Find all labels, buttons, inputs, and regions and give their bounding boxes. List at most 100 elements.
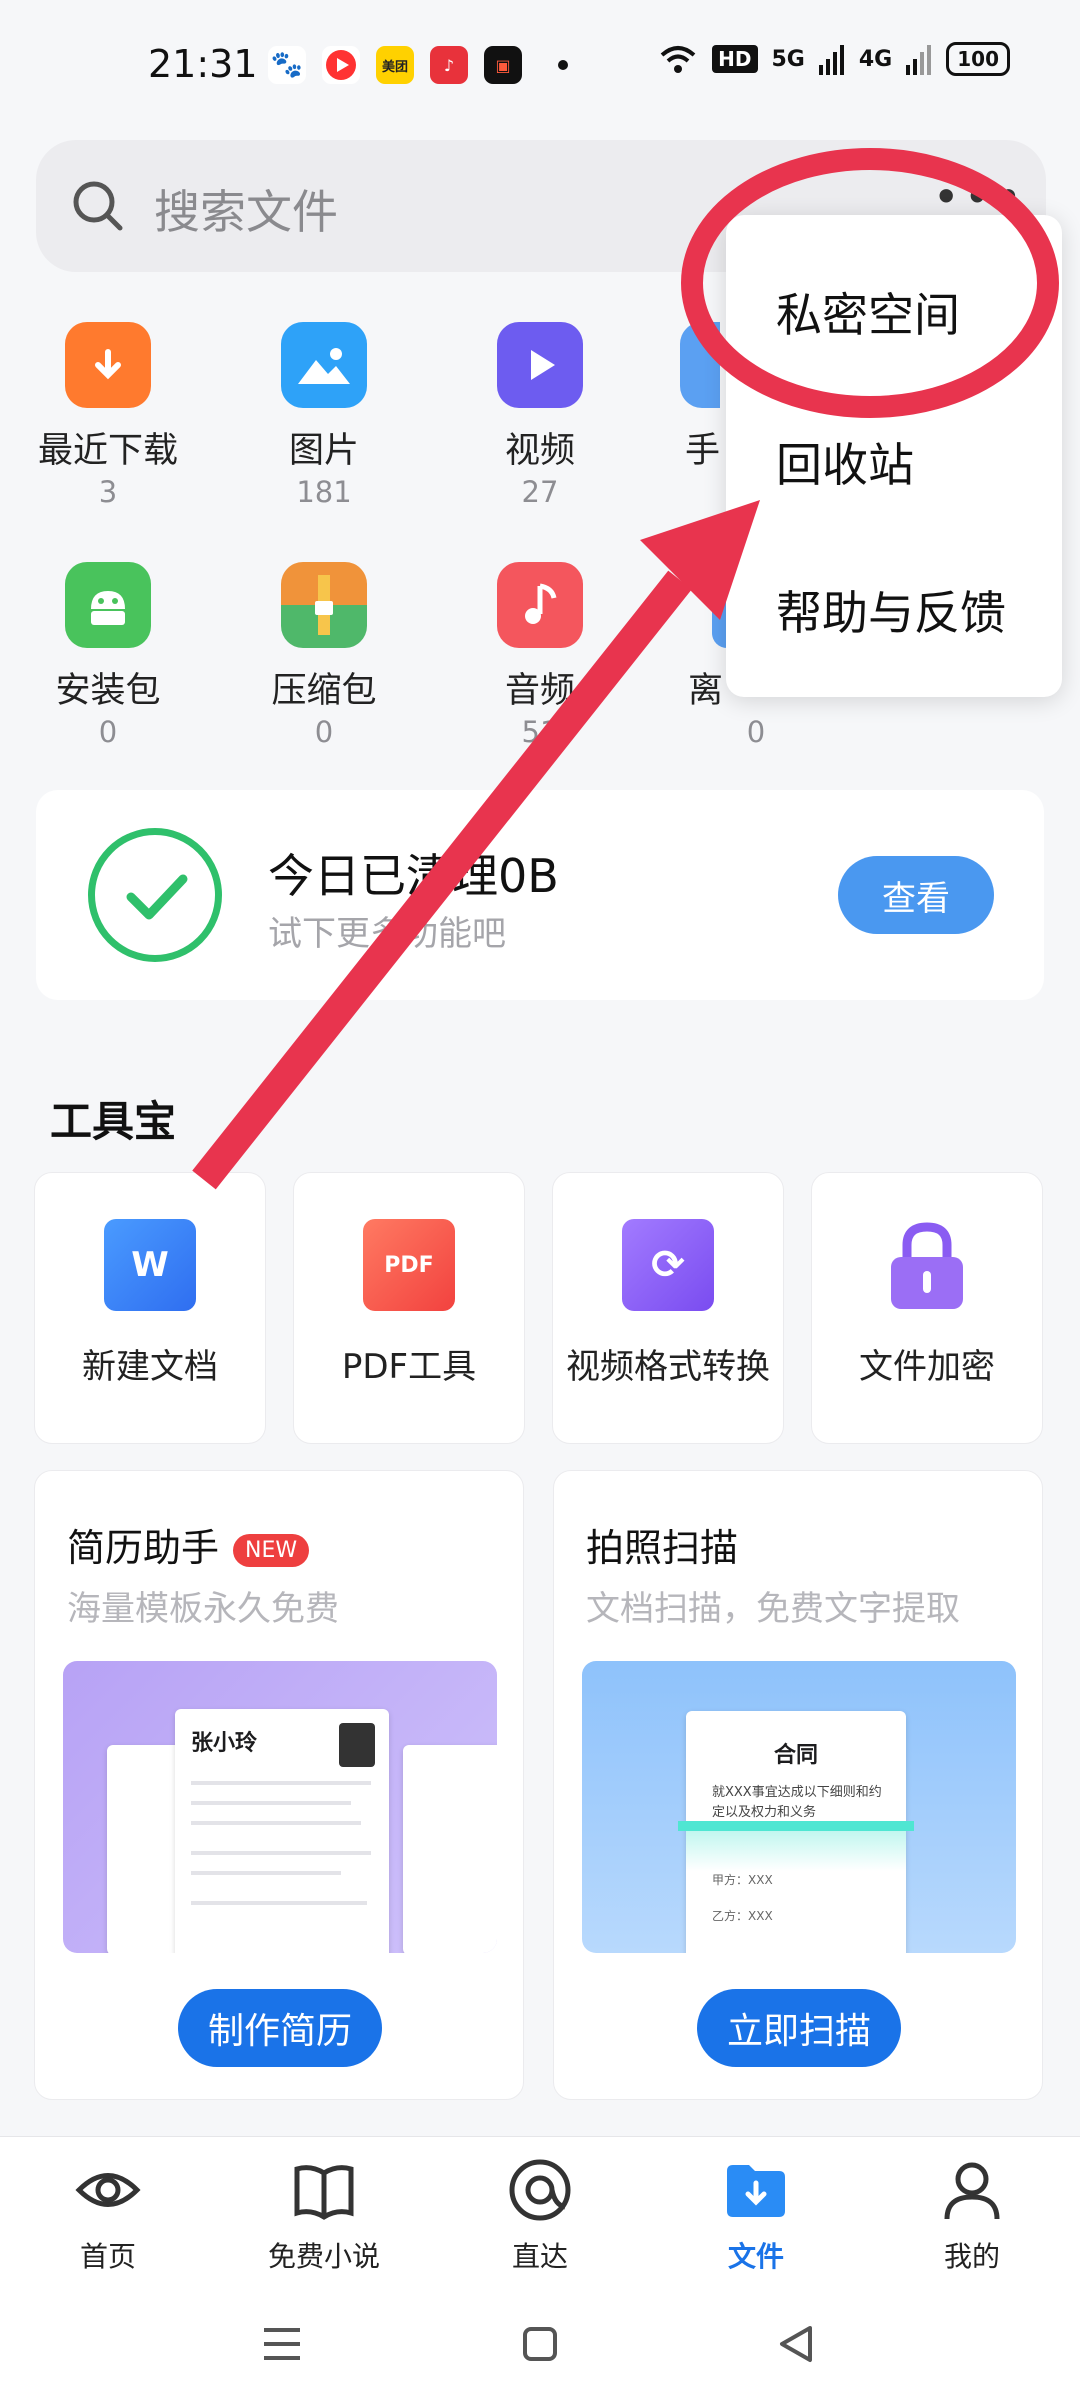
- nav-label: 文件: [727, 2240, 784, 2273]
- nav-mine[interactable]: 我的: [892, 2155, 1052, 2275]
- clean-subtitle: 试下更多功能吧: [268, 914, 506, 954]
- back-icon[interactable]: [778, 2324, 814, 2364]
- nav-label: 免费小说: [267, 2240, 380, 2273]
- view-button[interactable]: 查看: [838, 856, 994, 934]
- category-audio[interactable]: 音频 51: [440, 562, 640, 749]
- clean-title: 今日已清理0B: [268, 849, 559, 903]
- tool-pdf[interactable]: PDF PDF工具: [293, 1172, 525, 1444]
- menu-icon[interactable]: [262, 2326, 302, 2362]
- promo-subtitle: 海量模板永久免费: [67, 1589, 339, 1629]
- check-icon: [88, 828, 222, 962]
- 4g-signal: 4G: [858, 46, 893, 72]
- tool-label: 文件加密: [859, 1347, 995, 1387]
- bottom-nav: 首页 免费小说 直达 文件 我的: [0, 2136, 1080, 2286]
- tool-new-document[interactable]: W 新建文档: [34, 1172, 266, 1444]
- direct-icon: [509, 2159, 571, 2221]
- menu-item-recycle-bin[interactable]: 回收站: [776, 429, 914, 495]
- nav-label: 首页: [79, 2240, 136, 2273]
- search-icon: [73, 181, 123, 231]
- folder-download-icon: [727, 2165, 785, 2217]
- category-archives[interactable]: 压缩包 0: [224, 562, 424, 749]
- eye-icon: [75, 2173, 141, 2207]
- menu-item-help-feedback[interactable]: 帮助与反馈: [776, 577, 1006, 643]
- category-count: 0: [746, 715, 766, 749]
- party-b: 乙方：XXX: [712, 1909, 773, 1923]
- image-icon: [281, 322, 367, 408]
- nav-files[interactable]: 文件: [676, 2155, 836, 2275]
- video-icon: [497, 322, 583, 408]
- promo-subtitle: 文档扫描，免费文字提取: [586, 1589, 960, 1629]
- system-indicators: HD 5G 4G 100: [658, 42, 1010, 76]
- word-doc-icon: W: [104, 1219, 196, 1311]
- system-navigation-bar: [0, 2286, 1080, 2400]
- menu-item-private-space[interactable]: 私密空间: [776, 279, 960, 345]
- resume-helper-card[interactable]: 简历助手 NEW 海量模板永久免费 张小玲 制作简历: [34, 1470, 524, 2100]
- contract-body: 就XXX事宜达成以下细则和约定以及权力和义务: [712, 1785, 882, 1820]
- photo-scan-card[interactable]: 拍照扫描 文档扫描，免费文字提取 合同 就XXX事宜达成以下细则和约定以及权力和…: [553, 1470, 1043, 2100]
- status-bar: 21:31 🐾 美团 ♪ ▣ HD 5G 4G 100: [0, 0, 1080, 130]
- nav-home[interactable]: 首页: [28, 2155, 188, 2275]
- category-images[interactable]: 图片 181: [224, 322, 424, 509]
- scan-line: [678, 1821, 914, 1831]
- book-icon: [294, 2165, 354, 2220]
- nav-novels[interactable]: 免费小说: [244, 2155, 404, 2275]
- category-count: 0: [98, 715, 118, 749]
- video-convert-icon: ⟳: [622, 1219, 714, 1311]
- nav-direct[interactable]: 直达: [460, 2155, 620, 2275]
- resume-name: 张小玲: [191, 1731, 258, 1756]
- category-count: 0: [314, 715, 334, 749]
- wifi-icon: [660, 46, 696, 73]
- tv-app-icon: ▣: [484, 46, 522, 84]
- category-count: 181: [296, 475, 352, 509]
- video-app-icon: [322, 46, 360, 84]
- category-count: 27: [521, 475, 559, 509]
- category-label: 安装包: [55, 671, 161, 711]
- category-label: 手: [684, 431, 720, 471]
- resume-preview-image: 张小玲: [63, 1661, 497, 1953]
- category-count: 3: [98, 475, 118, 509]
- category-count: 51: [521, 715, 559, 749]
- phone-icon: [680, 322, 720, 408]
- tool-label: 视频格式转换: [566, 1347, 770, 1387]
- pdf-icon: PDF: [363, 1219, 455, 1311]
- contract-title: 合同: [773, 1743, 818, 1768]
- category-apk[interactable]: 安装包 0: [8, 562, 208, 749]
- more-notifications-icon: [558, 60, 568, 70]
- make-resume-button[interactable]: 制作简历: [178, 1989, 382, 2067]
- signal-icon-4g: [906, 45, 932, 75]
- hd-badge: HD: [712, 45, 758, 73]
- category-recent-downloads[interactable]: 最近下载 3: [8, 322, 208, 509]
- music-note-icon: [497, 562, 583, 648]
- nav-label: 我的: [943, 2240, 1000, 2273]
- promo-title: 简历助手 NEW: [67, 1517, 310, 1572]
- lock-icon: [881, 1219, 973, 1311]
- download-icon: [65, 322, 151, 408]
- category-phone[interactable]: 手: [640, 322, 720, 473]
- category-label: 视频: [504, 431, 575, 471]
- status-time: 21:31: [148, 42, 258, 86]
- overflow-menu: 私密空间 回收站 帮助与反馈: [726, 215, 1062, 697]
- category-videos[interactable]: 视频 27: [440, 322, 640, 509]
- baidu-app-icon: 🐾: [268, 46, 306, 84]
- user-icon: [944, 2162, 1000, 2220]
- notification-icons: 🐾 美团 ♪ ▣: [268, 46, 568, 84]
- category-label: 最近下载: [37, 431, 178, 471]
- party-a: 甲方：XXX: [712, 1873, 773, 1887]
- nav-label: 直达: [511, 2240, 568, 2273]
- scan-now-button[interactable]: 立即扫描: [697, 1989, 901, 2067]
- home-icon[interactable]: [522, 2326, 558, 2362]
- category-label: 音频: [504, 671, 575, 711]
- 5g-signal: 5G: [771, 46, 805, 72]
- tool-file-encrypt[interactable]: 文件加密: [811, 1172, 1043, 1444]
- tool-video-convert[interactable]: ⟳ 视频格式转换: [552, 1172, 784, 1444]
- signal-icon-5g: [818, 45, 844, 75]
- scan-preview-image: 合同 就XXX事宜达成以下细则和约定以及权力和义务 甲方：XXX 乙方：XXX: [582, 1661, 1016, 1953]
- tool-label: 新建文档: [82, 1347, 218, 1387]
- music-app-icon: ♪: [430, 46, 468, 84]
- battery-icon: 100: [946, 42, 1010, 76]
- clean-status-card: 今日已清理0B 试下更多功能吧 查看: [36, 790, 1044, 1000]
- meituan-app-icon: 美团: [376, 46, 414, 84]
- toolbox-title: 工具宝: [50, 1097, 177, 1146]
- category-label: 压缩包: [271, 671, 377, 711]
- android-icon: [65, 562, 151, 648]
